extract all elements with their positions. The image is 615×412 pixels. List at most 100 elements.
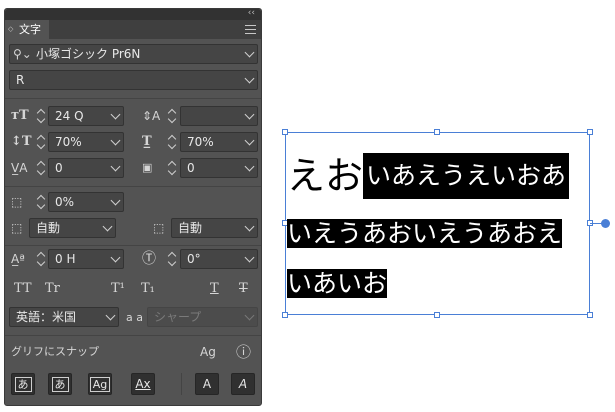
chevron-down-icon <box>110 195 121 206</box>
vertical-scale-input[interactable]: 70% <box>48 132 124 152</box>
info-icon[interactable]: ⓘ <box>236 342 251 362</box>
tracking-input[interactable]: 0 <box>180 158 258 178</box>
chevron-down-icon <box>105 310 116 321</box>
text-selection: いあえうえいおあ <box>363 153 570 199</box>
font-style-value: R <box>16 73 25 87</box>
vertical-scale-stepper[interactable] <box>36 132 46 152</box>
kerning-input[interactable]: 0 <box>48 158 124 178</box>
snap-em-box-label: あ <box>51 377 69 392</box>
chevron-down-icon <box>110 135 121 146</box>
antialias-value: シャープ <box>154 310 202 324</box>
frame-handle-bottom[interactable] <box>434 312 440 318</box>
divider <box>5 186 261 187</box>
aki-right-dropdown[interactable]: 自動 <box>171 218 258 238</box>
tsume-value: 0% <box>55 195 75 209</box>
horizontal-scale-stepper[interactable] <box>167 132 177 152</box>
snap-baseline-label: Ag <box>89 377 111 392</box>
leading-input[interactable] <box>180 106 258 126</box>
baseline-shift-value: 0 H <box>55 252 76 266</box>
frame-handle-bottom-left[interactable] <box>282 312 288 318</box>
panel-tab-row: ◇ 文字 <box>5 20 261 39</box>
small-caps-button[interactable]: Tr <box>45 281 60 297</box>
subscript-button[interactable]: T₁ <box>141 281 155 297</box>
divider <box>181 373 182 395</box>
font-size-input[interactable]: 24 Q <box>48 106 124 126</box>
rotation-stepper[interactable] <box>167 249 177 269</box>
aki-right-value: 自動 <box>178 221 203 235</box>
snap-glyph-bounds-label: あ <box>14 377 32 392</box>
strikethrough-button[interactable]: T <box>239 281 248 297</box>
snap-baseline-button[interactable]: Ag <box>88 373 112 395</box>
glyph-guide-icon[interactable]: Ag <box>200 342 216 362</box>
text-line-3[interactable]: いあいお <box>287 265 388 303</box>
vertical-scale-value: 70% <box>55 135 82 149</box>
frame-handle-top-right[interactable] <box>587 129 593 135</box>
text-line-2[interactable]: いえうあおいえうあおえ <box>287 215 563 253</box>
antialias-label: a a <box>126 311 143 324</box>
kerning-stepper[interactable] <box>36 158 46 178</box>
chevron-down-icon <box>110 252 121 263</box>
baseline-shift-input[interactable]: 0 H <box>48 249 124 269</box>
panel-menu-icon[interactable] <box>245 25 256 34</box>
snap-anchor-label: A <box>238 377 248 391</box>
font-size-value: 24 Q <box>55 109 84 123</box>
rotation-input[interactable]: 0° <box>180 249 258 269</box>
character-panel: ‹‹ ◇ 文字 ⚲⌄ 小塚ゴシック Pr6N ⚲⌄ R ᴛT 24 Q ⇕A ↕… <box>4 8 262 406</box>
horizontal-scale-icon: T̲ <box>142 134 152 149</box>
chevron-down-icon <box>244 252 255 263</box>
chevron-down-icon <box>244 47 255 58</box>
font-family-dropdown[interactable]: 小塚ゴシック Pr6N <box>9 44 258 64</box>
snap-em-box-button[interactable]: あ <box>48 373 72 395</box>
rotation-icon: Ⓣ <box>142 251 156 267</box>
font-style-dropdown[interactable]: R <box>9 70 258 90</box>
language-dropdown[interactable]: 英語：米国 <box>9 307 119 327</box>
chevron-down-icon <box>244 310 255 321</box>
tsume-stepper[interactable] <box>36 192 46 212</box>
text-line-1[interactable]: えお いあえうえいおあ <box>287 153 570 199</box>
horizontal-scale-input[interactable]: 70% <box>180 132 258 152</box>
font-family-value: 小塚ゴシック Pr6N <box>36 47 141 61</box>
aki-left-icon: ⬚ <box>11 221 23 235</box>
chevron-down-icon <box>244 109 255 120</box>
rotation-value: 0° <box>187 252 201 266</box>
aki-left-value: 自動 <box>36 221 61 235</box>
snap-glyph-bounds-button[interactable]: あ <box>11 373 35 395</box>
font-size-icon: ᴛT <box>11 108 29 123</box>
frame-handle-bottom-right[interactable] <box>587 312 593 318</box>
font-size-stepper[interactable] <box>36 106 46 126</box>
aki-right-icon: ⬚ <box>153 221 165 235</box>
frame-handle-top[interactable] <box>434 129 440 135</box>
snap-anchor-button[interactable]: A <box>231 373 255 395</box>
chevron-down-icon <box>244 135 255 146</box>
chevron-down-icon <box>102 221 113 232</box>
tsume-input[interactable]: 0% <box>48 192 124 212</box>
chevron-down-icon <box>244 161 255 172</box>
divider <box>5 98 261 99</box>
tab-character-label: 文字 <box>19 23 41 36</box>
horizontal-scale-value: 70% <box>187 135 214 149</box>
vertical-scale-icon: ↕T <box>11 134 32 149</box>
search-icon-overlay: ⚲⌄ <box>13 47 32 61</box>
collapse-icon[interactable]: ‹‹ <box>248 7 255 19</box>
leading-stepper[interactable] <box>167 106 177 126</box>
text-selection: いえうあおいえうあおえ <box>287 219 563 248</box>
snap-angular-label: A <box>202 377 212 391</box>
tracking-stepper[interactable] <box>167 158 177 178</box>
chevron-down-icon <box>110 161 121 172</box>
baseline-shift-stepper[interactable] <box>36 249 46 269</box>
superscript-button[interactable]: T¹ <box>111 281 125 297</box>
tab-character[interactable]: ◇ 文字 <box>5 20 49 39</box>
tracking-value: 0 <box>187 161 195 175</box>
tracking-icon: ▣ <box>142 161 153 174</box>
snap-angular-button[interactable]: A <box>195 373 219 395</box>
out-port-handle[interactable] <box>601 219 610 228</box>
snap-to-glyph-label: グリフにスナップ <box>11 345 99 358</box>
language-value: 英語：米国 <box>16 310 77 324</box>
frame-handle-top-left[interactable] <box>282 129 288 135</box>
tab-arrows-icon: ◇ <box>8 25 14 33</box>
chevron-down-icon <box>110 109 121 120</box>
snap-x-height-button[interactable]: Ax <box>131 373 155 395</box>
all-caps-button[interactable]: TT <box>14 281 32 297</box>
aki-left-dropdown[interactable]: 自動 <box>29 218 116 238</box>
underline-button[interactable]: T <box>210 281 219 297</box>
